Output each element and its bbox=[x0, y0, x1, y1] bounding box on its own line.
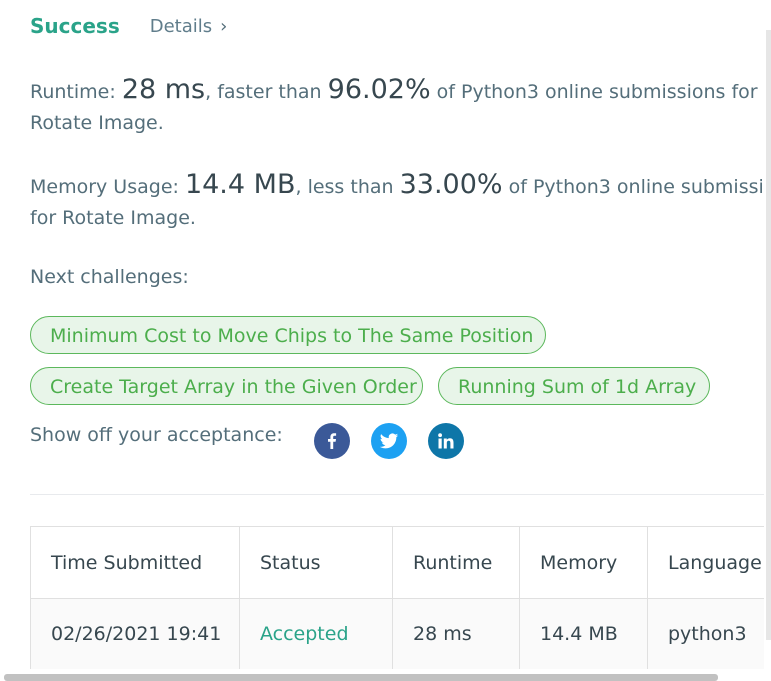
next-challenges-label: Next challenges: bbox=[30, 266, 189, 288]
runtime-value: 28 ms bbox=[121, 74, 206, 105]
horizontal-scrollbar[interactable] bbox=[4, 674, 718, 681]
column-header: Time Submitted bbox=[31, 527, 240, 598]
divider bbox=[30, 494, 764, 495]
column-header: Memory bbox=[520, 527, 648, 598]
submission-result-panel: Success Details › Runtime: 28 ms, faster… bbox=[30, 0, 764, 681]
submissions-table: Time Submitted Status Runtime Memory Lan… bbox=[30, 526, 764, 669]
linkedin-icon[interactable] bbox=[428, 423, 464, 459]
memory-prefix: Memory Usage: bbox=[30, 176, 185, 198]
details-label: Details bbox=[149, 15, 213, 37]
memory-suffix: of Python3 online submissions bbox=[508, 176, 764, 198]
runtime-line-2: Rotate Image. bbox=[30, 112, 164, 134]
column-header: Status bbox=[240, 527, 393, 598]
runtime-cell: 28 ms bbox=[393, 599, 520, 669]
runtime-mid: , faster than bbox=[205, 81, 328, 103]
runtime-line-1: Runtime: 28 ms, faster than 96.02% of Py… bbox=[30, 74, 764, 108]
table-row[interactable]: 02/26/2021 19:41 Accepted 28 ms 14.4 MB … bbox=[31, 598, 764, 669]
status-cell[interactable]: Accepted bbox=[240, 599, 393, 669]
share-row: Show off your acceptance: bbox=[30, 423, 464, 459]
vertical-scrollbar[interactable] bbox=[766, 30, 771, 640]
runtime-stat: Runtime: 28 ms, faster than 96.02% of Py… bbox=[30, 74, 764, 139]
column-header: Runtime bbox=[393, 527, 520, 598]
challenge-chip[interactable]: Running Sum of 1d Array bbox=[438, 367, 710, 405]
challenge-chip[interactable]: Minimum Cost to Move Chips to The Same P… bbox=[30, 316, 546, 354]
twitter-icon[interactable] bbox=[371, 423, 407, 459]
share-label: Show off your acceptance: bbox=[30, 424, 283, 446]
runtime-percent: 96.02% bbox=[327, 74, 431, 105]
table-header-row: Time Submitted Status Runtime Memory Lan… bbox=[31, 527, 764, 598]
memory-line-1: Memory Usage: 14.4 MB, less than 33.00% … bbox=[30, 169, 764, 203]
challenge-chip[interactable]: Create Target Array in the Given Order bbox=[30, 367, 423, 405]
facebook-icon[interactable] bbox=[314, 423, 350, 459]
memory-mid: , less than bbox=[295, 176, 400, 198]
time-submitted-cell: 02/26/2021 19:41 bbox=[31, 599, 240, 669]
status-title: Success bbox=[30, 14, 120, 38]
language-cell: python3 bbox=[648, 599, 764, 669]
memory-line-2: for Rotate Image. bbox=[30, 207, 196, 229]
details-link[interactable]: Details › bbox=[150, 16, 228, 37]
memory-value: 14.4 MB bbox=[184, 169, 296, 200]
runtime-prefix: Runtime: bbox=[30, 81, 122, 103]
memory-stat: Memory Usage: 14.4 MB, less than 33.00% … bbox=[30, 169, 764, 234]
column-header: Language bbox=[648, 527, 764, 598]
chevron-right-icon: › bbox=[220, 15, 228, 37]
runtime-suffix: of Python3 online submissions for bbox=[430, 81, 758, 103]
memory-percent: 33.00% bbox=[399, 169, 503, 200]
memory-cell: 14.4 MB bbox=[520, 599, 648, 669]
result-header: Success Details › bbox=[30, 14, 227, 38]
